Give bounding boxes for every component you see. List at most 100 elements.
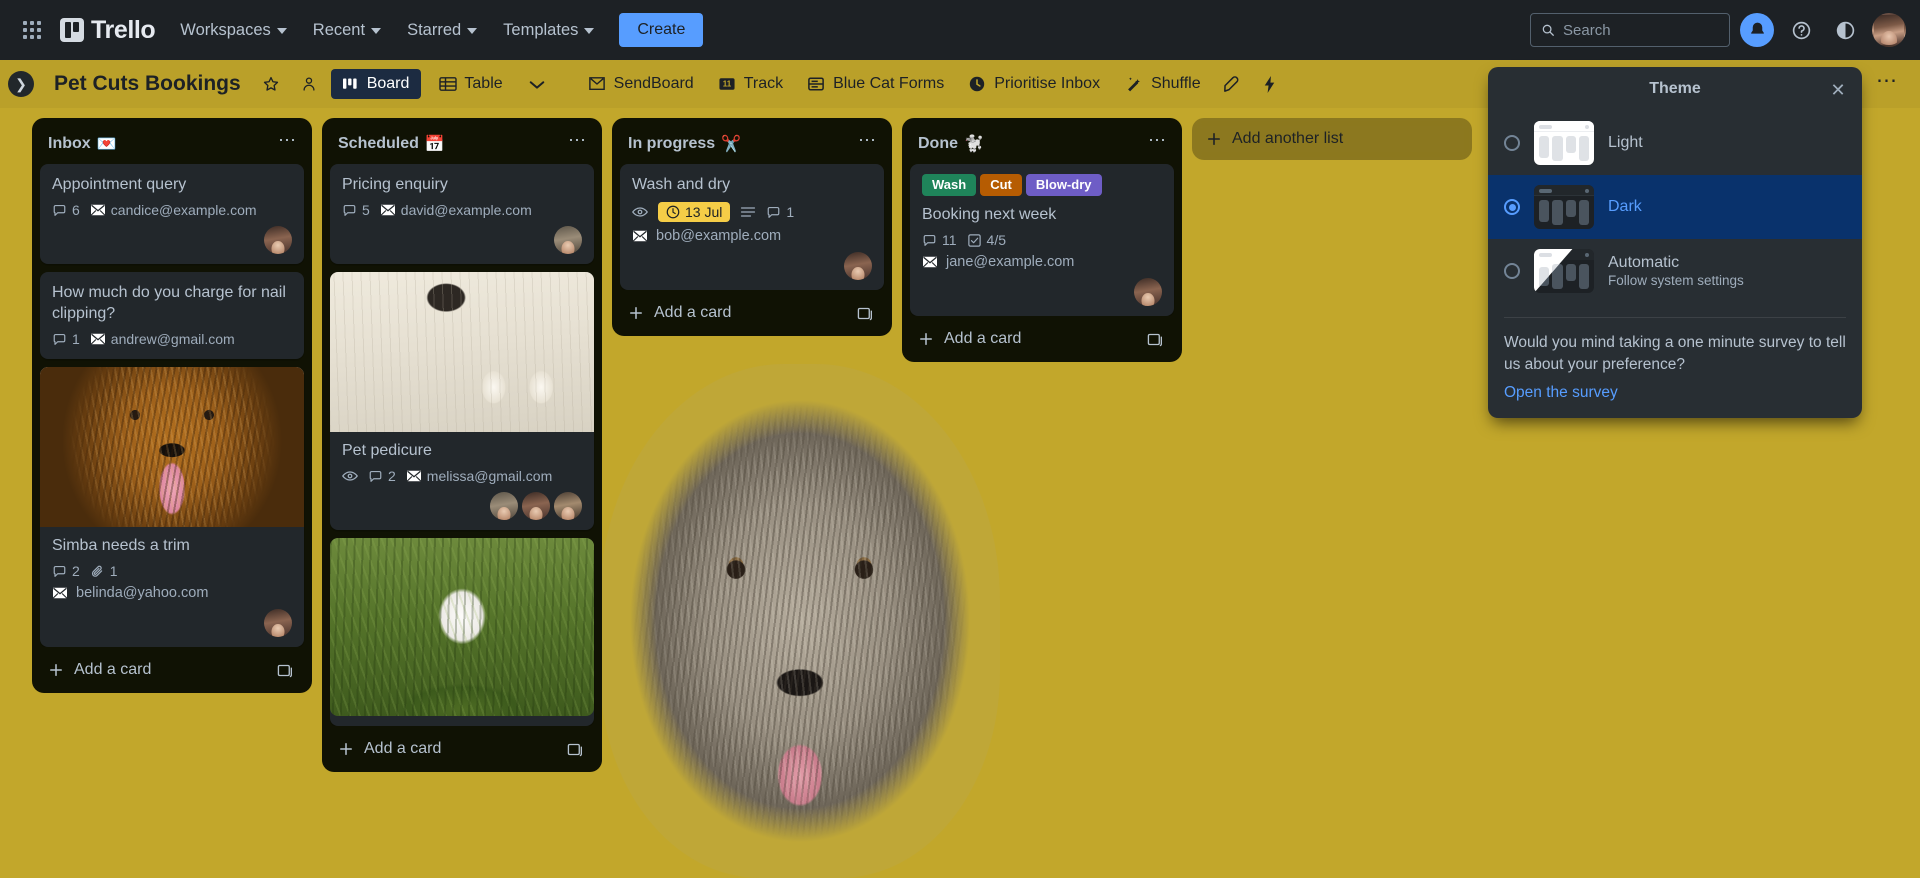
label-wash[interactable]: Wash — [922, 174, 977, 196]
powerup-shuffle[interactable]: Shuffle — [1115, 69, 1210, 99]
automation-button[interactable] — [1254, 68, 1286, 100]
card-appointment-query[interactable]: Appointment query 6 candice@example.com — [40, 164, 304, 264]
member-avatar[interactable] — [554, 226, 582, 254]
card-template-button[interactable] — [1147, 332, 1170, 347]
email-address: jane@example.com — [946, 254, 1075, 270]
comments-badge: 1 — [52, 331, 80, 347]
add-another-list-button[interactable]: Add another list — [1192, 118, 1472, 160]
label-blow-dry[interactable]: Blow-dry — [1025, 174, 1102, 196]
open-survey-link[interactable]: Open the survey — [1488, 376, 1634, 402]
email-badge: melissa@gmail.com — [406, 468, 552, 484]
list-menu-button[interactable]: ⋯ — [560, 131, 594, 154]
card-pricing-enquiry[interactable]: Pricing enquiry 5 david@example.com — [330, 164, 594, 264]
list-menu-button[interactable]: ⋯ — [1140, 131, 1174, 154]
eye-icon — [342, 471, 358, 481]
sidebar-expand-button[interactable]: ❯ — [8, 71, 34, 97]
card-template-button[interactable] — [857, 306, 880, 321]
card-simba-needs-a-trim[interactable]: Simba needs a trim 2 1 belinda@yahoo.com — [40, 367, 304, 647]
member-avatar[interactable] — [554, 492, 582, 520]
cards-container: Wash Cut Blow-dry Booking next week 11 4… — [910, 164, 1178, 316]
search-input[interactable] — [1563, 21, 1719, 39]
card-puppy-photo[interactable] — [330, 538, 594, 726]
apps-grid-icon[interactable] — [14, 12, 50, 48]
list-title-done[interactable]: Done 🐩 — [918, 134, 984, 154]
list-menu-button[interactable]: ⋯ — [850, 131, 884, 154]
rocket-button[interactable] — [1216, 68, 1248, 100]
theme-toggle-button[interactable] — [1828, 13, 1862, 47]
star-board-button[interactable] — [255, 68, 287, 100]
card-email-row: bob@example.com — [632, 228, 872, 244]
nav-item-recent[interactable]: Recent — [302, 14, 392, 47]
powerup-track[interactable]: 11 Track — [709, 69, 792, 99]
views-dropdown-button[interactable] — [521, 68, 553, 100]
lightning-automation-icon — [1264, 75, 1275, 93]
cards-container: Wash and dry 13 Jul 1 bob@example.com — [620, 164, 888, 290]
board-visibility-button[interactable] — [293, 68, 325, 100]
add-card-button-scheduled[interactable]: Add a card — [330, 730, 598, 764]
trello-home-link[interactable]: Trello — [54, 16, 165, 45]
radio-dark[interactable] — [1504, 199, 1520, 215]
member-avatar[interactable] — [844, 252, 872, 280]
member-avatar[interactable] — [264, 226, 292, 254]
list-title-in-progress[interactable]: In progress ✂️ — [628, 134, 741, 154]
view-tab-board[interactable]: Board — [330, 69, 422, 99]
email-address: melissa@gmail.com — [426, 468, 553, 484]
card-template-button[interactable] — [567, 742, 590, 757]
sendboard-mail-icon — [406, 470, 422, 482]
card-booking-next-week[interactable]: Wash Cut Blow-dry Booking next week 11 4… — [910, 164, 1174, 316]
nav-item-starred[interactable]: Starred — [396, 14, 488, 47]
close-icon[interactable]: ✕ — [1826, 78, 1850, 102]
powerup-sendboard[interactable]: SendBoard — [579, 69, 703, 99]
checklist-badge: 4/5 — [967, 232, 1006, 248]
theme-option-automatic[interactable]: Automatic Follow system settings — [1488, 239, 1862, 303]
list-header: Scheduled 📅 ⋯ — [330, 126, 598, 164]
card-template-button[interactable] — [277, 663, 300, 678]
list-menu-button[interactable]: ⋯ — [270, 131, 304, 154]
radio-light[interactable] — [1504, 135, 1520, 151]
card-pet-pedicure[interactable]: Pet pedicure 2 melissa@gmail.com — [330, 272, 594, 530]
add-card-button-in-progress[interactable]: Add a card — [620, 294, 888, 328]
card-wash-and-dry[interactable]: Wash and dry 13 Jul 1 bob@example.com — [620, 164, 884, 290]
member-avatar[interactable] — [264, 609, 292, 637]
list-title-inbox[interactable]: Inbox 💌 — [48, 134, 117, 154]
eye-icon — [632, 207, 648, 217]
help-button[interactable] — [1784, 13, 1818, 47]
email-address: candice@example.com — [110, 202, 257, 218]
notifications-button[interactable] — [1740, 13, 1774, 47]
card-title: Pricing enquiry — [342, 176, 448, 193]
user-avatar[interactable] — [1872, 13, 1906, 47]
theme-option-dark[interactable]: Dark — [1488, 175, 1862, 239]
theme-option-light[interactable]: Light — [1488, 111, 1862, 175]
card-title: Wash and dry — [632, 176, 731, 193]
board-menu-button[interactable]: ⋯ — [1866, 68, 1908, 101]
nav-item-templates[interactable]: Templates — [492, 14, 605, 47]
list-title-scheduled[interactable]: Scheduled 📅 — [338, 134, 445, 154]
card-badges: 13 Jul 1 — [632, 202, 872, 222]
powerup-prioritise-inbox[interactable]: Prioritise Inbox — [959, 69, 1109, 99]
create-button[interactable]: Create — [619, 13, 704, 47]
nav-item-workspaces[interactable]: Workspaces — [169, 14, 297, 47]
plus-icon — [50, 664, 62, 676]
card-nail-clipping-query[interactable]: How much do you charge for nail clipping… — [40, 272, 304, 359]
radio-automatic[interactable] — [1504, 263, 1520, 279]
card-cover-image — [330, 272, 594, 432]
search-icon — [1542, 24, 1554, 36]
view-tab-table[interactable]: Table — [427, 69, 514, 99]
theme-popup-header: Theme ✕ — [1488, 67, 1862, 111]
member-avatar[interactable] — [1134, 278, 1162, 306]
add-card-button-inbox[interactable]: Add a card — [40, 651, 308, 685]
member-avatar[interactable] — [490, 492, 518, 520]
comments-count: 1 — [786, 204, 795, 220]
powerup-blue-cat-forms[interactable]: Blue Cat Forms — [798, 69, 953, 99]
member-avatar[interactable] — [522, 492, 550, 520]
board-title[interactable]: Pet Cuts Bookings — [46, 68, 249, 100]
template-card-icon — [277, 664, 292, 677]
due-date-badge[interactable]: 13 Jul — [658, 202, 731, 222]
plus-icon — [340, 743, 352, 755]
add-card-button-done[interactable]: Add a card — [910, 320, 1178, 354]
comments-badge: 1 — [766, 204, 794, 220]
search-box[interactable] — [1530, 13, 1730, 47]
label-cut[interactable]: Cut — [980, 174, 1022, 196]
workspace-visible-icon — [303, 77, 315, 91]
chevron-down-icon — [529, 80, 544, 89]
